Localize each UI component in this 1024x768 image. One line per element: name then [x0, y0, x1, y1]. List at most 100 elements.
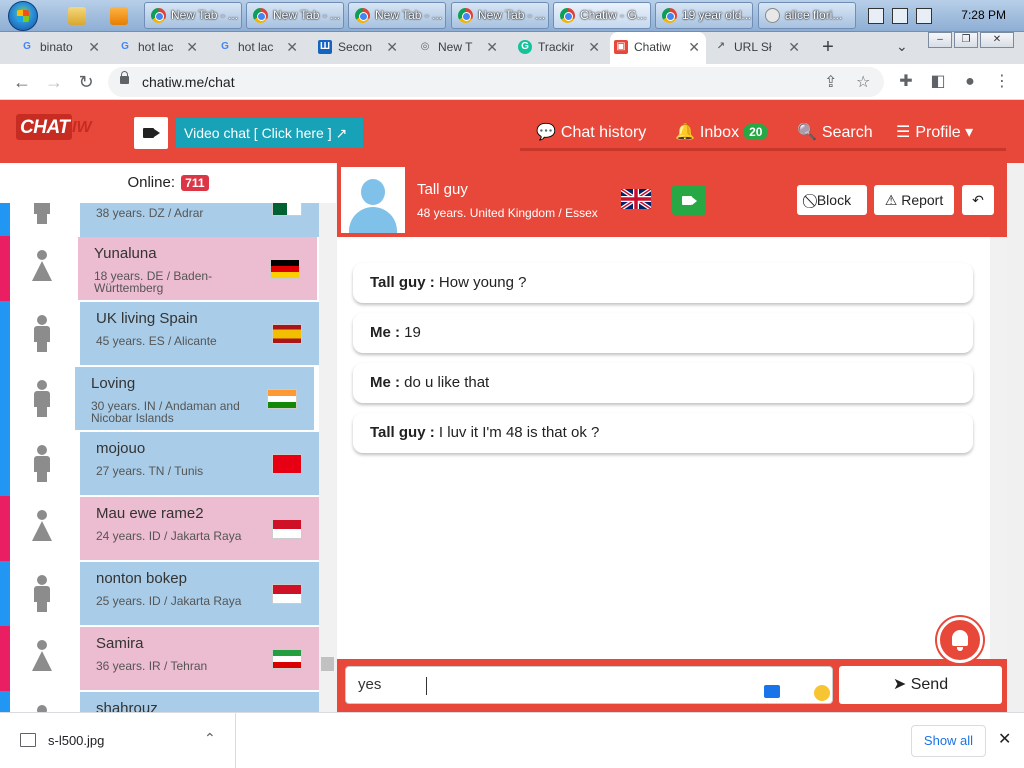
chat-scrollbar[interactable]: [990, 237, 1007, 659]
search-link[interactable]: 🔍 Search: [797, 122, 873, 142]
share-icon[interactable]: ⇪: [824, 72, 837, 92]
close-icon[interactable]: ✕: [486, 32, 498, 62]
user-card[interactable]: Loving 30 years. IN / Andaman and Nicobar…: [75, 367, 314, 430]
show-all-button[interactable]: Show all: [911, 725, 986, 757]
download-file-name[interactable]: s-l500.jpg: [48, 733, 104, 748]
image-upload-icon[interactable]: [764, 685, 780, 698]
close-window-button[interactable]: ✕: [980, 32, 1014, 48]
browser-tab[interactable]: Ш Secon ✕: [314, 32, 404, 64]
reload-button[interactable]: ↻: [74, 70, 98, 94]
action-center-icon[interactable]: [892, 8, 908, 24]
taskbar-window[interactable]: New Tab - ...: [348, 2, 446, 29]
user-name[interactable]: Samira: [96, 635, 144, 652]
user-list-item[interactable]: UK living Spain 45 years. ES / Alicante: [0, 301, 320, 366]
user-list-item[interactable]: mojouo 27 years. TN / Tunis: [0, 431, 320, 496]
emoji-icon[interactable]: [814, 685, 830, 701]
user-list-item[interactable]: Loving 30 years. IN / Andaman and Nicobar…: [0, 366, 320, 431]
partner-name[interactable]: Tall guy: [417, 181, 468, 198]
user-list-item[interactable]: 38 years. DZ / Adrar: [0, 203, 320, 238]
menu-icon[interactable]: ⋮: [992, 72, 1012, 92]
media-player-icon[interactable]: [110, 7, 128, 25]
message-input[interactable]: yes: [345, 666, 833, 704]
browser-tab[interactable]: G Trackir ✕: [514, 32, 606, 64]
browser-tab[interactable]: ↗ URL Sł ✕: [710, 32, 806, 64]
close-icon[interactable]: ✕: [88, 32, 100, 62]
female-icon: [32, 250, 52, 288]
inbox-link[interactable]: 🔔 Inbox 20: [675, 122, 769, 142]
user-list-item[interactable]: nonton bokep 25 years. ID / Jakarta Raya: [0, 561, 320, 626]
volume-icon[interactable]: [916, 8, 932, 24]
new-tab-button[interactable]: +: [816, 36, 840, 60]
user-card[interactable]: nonton bokep 25 years. ID / Jakarta Raya: [80, 562, 319, 625]
user-list-item[interactable]: Mau ewe rame2 24 years. ID / Jakarta Raya: [0, 496, 320, 561]
side-panel-icon[interactable]: ◧: [928, 72, 948, 92]
user-name[interactable]: Mau ewe rame2: [96, 505, 204, 522]
download-item[interactable]: s-l500.jpg ⌃: [0, 713, 236, 768]
notification-bell-button[interactable]: [937, 617, 983, 663]
user-card[interactable]: Samira 36 years. IR / Tehran: [80, 627, 319, 690]
back-button[interactable]: ↶: [962, 185, 994, 215]
forward-button[interactable]: →: [42, 70, 66, 94]
video-camera-button[interactable]: [134, 117, 168, 149]
profile-dropdown[interactable]: ☰ Profile ▾: [896, 122, 973, 142]
browser-tab[interactable]: ◎ New T ✕: [414, 32, 504, 64]
user-card[interactable]: 38 years. DZ / Adrar: [80, 203, 319, 237]
user-card[interactable]: UK living Spain 45 years. ES / Alicante: [80, 302, 319, 365]
user-name[interactable]: nonton bokep: [96, 570, 187, 587]
start-button[interactable]: [8, 1, 38, 31]
browser-tab[interactable]: Ghot lac ✕: [214, 32, 304, 64]
taskbar-window-active[interactable]: Chatiw - G...: [553, 2, 651, 29]
send-button[interactable]: ➤ Send: [839, 666, 1002, 704]
close-icon[interactable]: ✕: [688, 32, 700, 62]
report-button[interactable]: ⚠ Report: [874, 185, 954, 215]
close-icon[interactable]: ✕: [588, 32, 600, 62]
browser-tab[interactable]: Gbinato ✕: [16, 32, 106, 64]
user-list-item[interactable]: shahrouz: [0, 691, 320, 712]
close-icon[interactable]: ✕: [286, 32, 298, 62]
clock[interactable]: 7:28 PM: [961, 8, 1006, 22]
extensions-icon[interactable]: ✚: [896, 72, 916, 92]
bookmark-star-icon[interactable]: ☆: [856, 72, 870, 92]
sidebar-scrollbar[interactable]: [319, 203, 336, 712]
user-card[interactable]: Yunaluna 18 years. DE / Baden-Württemberg: [78, 237, 317, 300]
lock-icon[interactable]: [120, 71, 129, 84]
user-list-item[interactable]: Yunaluna 18 years. DE / Baden-Württemberg: [0, 236, 320, 301]
chevron-up-icon[interactable]: ⌃: [204, 730, 216, 747]
user-name[interactable]: mojouo: [96, 440, 145, 457]
user-card[interactable]: Mau ewe rame2 24 years. ID / Jakarta Raya: [80, 497, 319, 560]
block-button[interactable]: ⃠ Block: [797, 185, 867, 215]
close-icon[interactable]: ✕: [186, 32, 198, 62]
taskbar-window[interactable]: New Tab - ...: [451, 2, 549, 29]
user-name[interactable]: Yunaluna: [94, 245, 157, 262]
avatar[interactable]: [341, 167, 405, 233]
browser-tab-active[interactable]: ▣ Chatiw ✕: [610, 32, 706, 64]
user-list-item[interactable]: Samira 36 years. IR / Tehran: [0, 626, 320, 691]
user-name[interactable]: Loving: [91, 375, 135, 392]
close-icon[interactable]: ✕: [386, 32, 398, 62]
maximize-button[interactable]: ❐: [954, 32, 978, 48]
browser-tab[interactable]: Ghot lac ✕: [114, 32, 204, 64]
taskbar-window[interactable]: New Tab - ...: [144, 2, 242, 29]
url-text[interactable]: chatiw.me/chat: [142, 74, 235, 90]
scrollbar-thumb[interactable]: [321, 657, 334, 671]
folder-icon[interactable]: [68, 7, 86, 25]
user-name[interactable]: shahrouz: [96, 700, 158, 712]
chatiw-logo[interactable]: CHAT IW: [16, 114, 96, 148]
taskbar-window[interactable]: alice flori...: [758, 2, 856, 29]
user-card[interactable]: shahrouz: [80, 692, 319, 712]
user-name[interactable]: UK living Spain: [96, 310, 198, 327]
close-icon[interactable]: ✕: [788, 32, 800, 62]
video-chat-button[interactable]: Video chat [ Click here ] ↗: [176, 118, 363, 148]
minimize-button[interactable]: –: [928, 32, 952, 48]
taskbar-window[interactable]: New Tab - ...: [246, 2, 344, 29]
user-card[interactable]: mojouo 27 years. TN / Tunis: [80, 432, 319, 495]
chat-history-link[interactable]: 💬 Chat history: [536, 122, 646, 142]
taskbar-window[interactable]: 19 year old...: [655, 2, 753, 29]
tab-search-icon[interactable]: ⌄: [896, 38, 908, 55]
profile-avatar-icon[interactable]: ●: [960, 72, 980, 92]
close-icon[interactable]: ✕: [998, 729, 1011, 749]
network-icon[interactable]: [868, 8, 884, 24]
address-bar[interactable]: chatiw.me/chat ⇪ ☆: [108, 67, 884, 97]
back-button[interactable]: ←: [10, 70, 34, 94]
video-call-button[interactable]: [672, 185, 706, 215]
